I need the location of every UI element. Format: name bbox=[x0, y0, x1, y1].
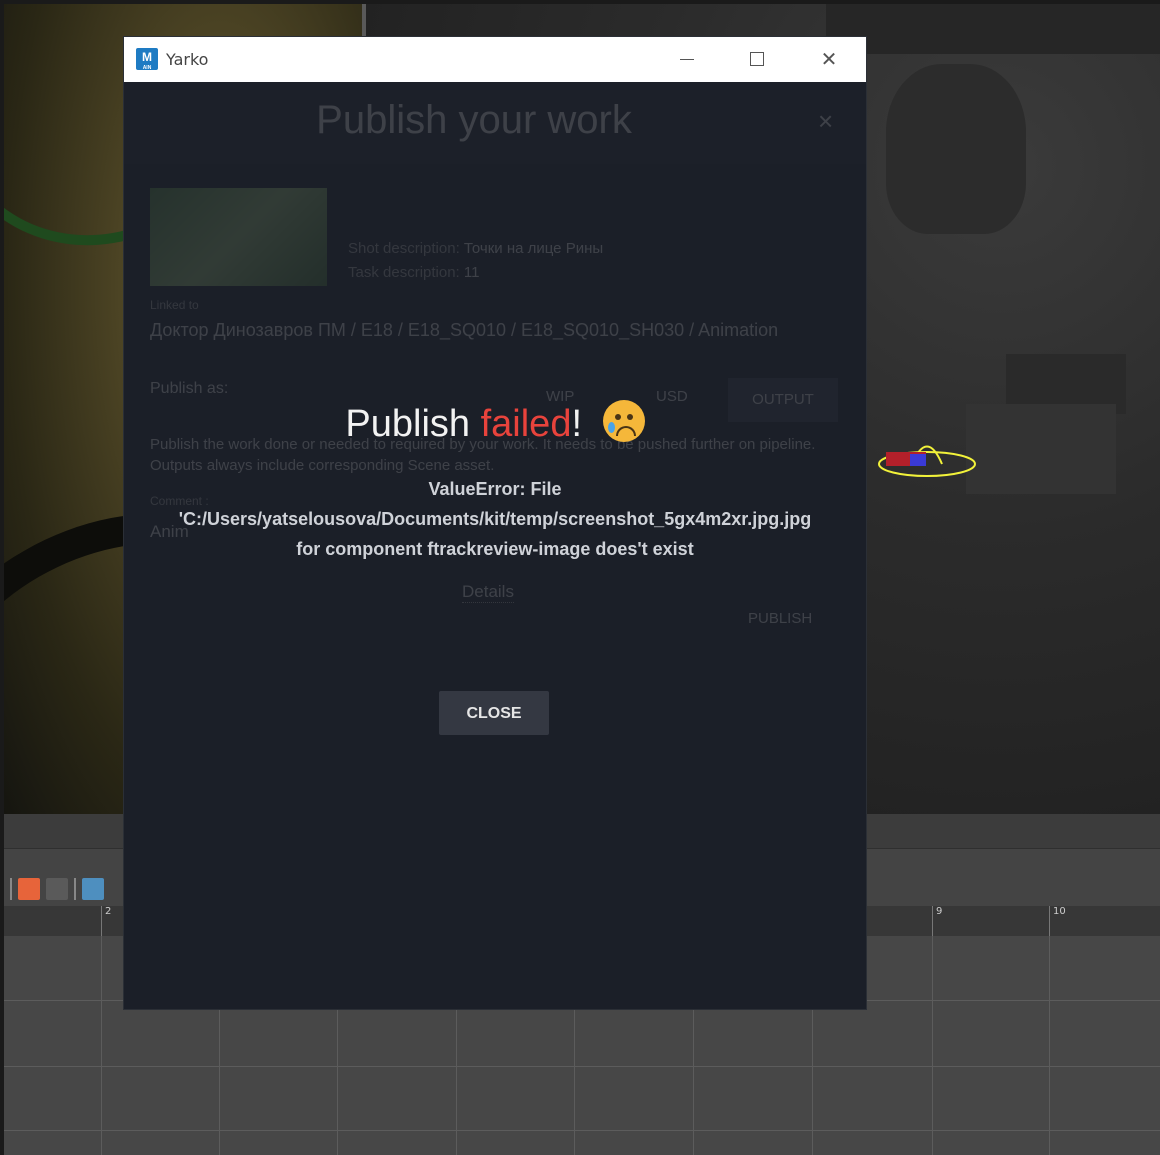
close-window-button[interactable]: ✕ bbox=[796, 37, 862, 82]
publish-title: Publish your work bbox=[316, 98, 632, 142]
details-link[interactable]: Details bbox=[462, 582, 514, 603]
context-label: Linked to bbox=[150, 298, 199, 312]
publish-as-label: Publish as: bbox=[150, 380, 229, 397]
graph-editor-icon[interactable] bbox=[82, 878, 104, 900]
window-title: Yarko bbox=[166, 50, 209, 69]
shot-thumbnail bbox=[150, 188, 327, 286]
maya-app-icon: M AIN bbox=[136, 48, 158, 71]
transform-gizmo-icon[interactable] bbox=[872, 434, 982, 494]
publish-close-icon[interactable]: × bbox=[818, 106, 833, 137]
frame-label: 2 bbox=[101, 906, 111, 936]
error-title: Publish failed! bbox=[124, 400, 866, 446]
visibility-toggle-icon[interactable] bbox=[18, 878, 40, 900]
error-message: ValueError: File 'C:/Users/yatselousova/… bbox=[178, 479, 812, 559]
publish-header: Publish your work × bbox=[124, 82, 866, 164]
shot-description: Shot description: Точки на лице Рины bbox=[348, 240, 604, 257]
toolbar-separator bbox=[74, 878, 76, 900]
frame-label: 10 bbox=[1049, 906, 1066, 936]
frame-label: 9 bbox=[932, 906, 942, 936]
maximize-button[interactable] bbox=[724, 37, 790, 82]
toolbar-separator bbox=[10, 878, 12, 900]
task-description: Task description: 11 bbox=[348, 264, 480, 281]
crying-face-icon bbox=[602, 400, 645, 442]
context-path: Доктор Динозавров ПМ / E18 / E18_SQ010 /… bbox=[150, 320, 779, 340]
minimize-button[interactable] bbox=[654, 37, 720, 82]
window-titlebar[interactable]: M AIN Yarko ✕ bbox=[124, 37, 866, 82]
publish-button[interactable]: PUBLISH bbox=[748, 610, 812, 627]
yarko-window: M AIN Yarko ✕ Publish your work × Shot d… bbox=[124, 37, 866, 1009]
layer-icon[interactable] bbox=[46, 878, 68, 900]
close-button[interactable]: CLOSE bbox=[439, 691, 549, 735]
publish-dialog: Publish your work × Shot description: То… bbox=[124, 82, 866, 1009]
